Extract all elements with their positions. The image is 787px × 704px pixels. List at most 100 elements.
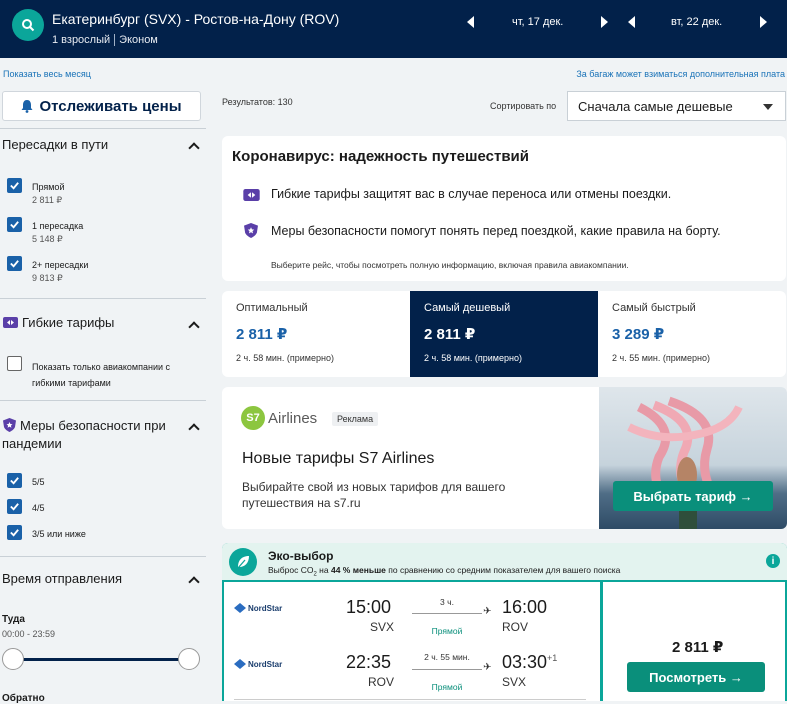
divider xyxy=(0,128,206,129)
prev-day-return-icon[interactable] xyxy=(628,16,635,28)
ad-badge: Реклама xyxy=(332,412,379,426)
flexible-fares-title[interactable]: Гибкие тарифы xyxy=(22,315,114,330)
checkmark-icon xyxy=(10,529,19,537)
prev-day-depart-icon[interactable] xyxy=(467,16,474,28)
info-icon[interactable]: i xyxy=(766,554,780,568)
safety-3-checkbox[interactable] xyxy=(7,525,22,540)
return-date-picker[interactable]: вт, 22 дек. xyxy=(628,12,768,32)
airline-logo: NordStar xyxy=(234,603,282,613)
covid-note: Выберите рейс, чтобы посмотреть полную и… xyxy=(271,260,629,270)
tab-fastest-duration: 2 ч. 55 мин. (примерно) xyxy=(612,353,710,363)
stops-count: Прямой xyxy=(431,682,463,692)
covid-flex-text: Гибкие тарифы защитят вас в случае перен… xyxy=(271,187,672,201)
eco-description: Выброс CO2 на 44 % меньше по сравнению с… xyxy=(268,565,620,578)
track-prices-label: Отслеживать цены xyxy=(39,97,182,115)
offer-price: 2 811 ₽ xyxy=(672,639,724,656)
departure-time-title[interactable]: Время отправления xyxy=(2,571,122,586)
stops-one-checkbox[interactable] xyxy=(7,217,22,232)
return-date[interactable]: вт, 22 дек. xyxy=(671,16,722,28)
divider xyxy=(114,34,116,47)
s7-logo-text: Airlines xyxy=(268,409,318,427)
outbound-range: 00:00 - 23:59 xyxy=(2,629,56,639)
airline-name: NordStar xyxy=(248,659,283,669)
sort-value: Сначала самые дешевые xyxy=(578,99,733,114)
search-button[interactable] xyxy=(12,9,44,41)
safety-5-label: 5/5 xyxy=(32,477,45,487)
stops-two-plus-checkbox[interactable] xyxy=(7,256,22,271)
outbound-time-slider[interactable] xyxy=(12,658,190,661)
covid-safety-text: Меры безопасности помогут понять перед п… xyxy=(271,224,721,238)
slider-handle-end[interactable] xyxy=(178,648,200,670)
checkmark-icon xyxy=(10,182,19,190)
slider-handle-start[interactable] xyxy=(2,648,24,670)
view-offer-button[interactable]: Посмотреть → xyxy=(627,662,765,692)
bell-icon xyxy=(21,100,33,113)
stops-filter-title[interactable]: Пересадки в пути xyxy=(2,137,108,152)
flex-only-checkbox[interactable] xyxy=(7,356,22,371)
flight-duration: 2 ч. 55 мин. xyxy=(424,652,470,662)
tab-cheapest-price: 2 811 ₽ xyxy=(424,326,476,343)
search-icon xyxy=(22,19,35,32)
tab-cheapest[interactable]: Самый дешевый 2 811 ₽ 2 ч. 58 мин. (прим… xyxy=(410,291,598,377)
safety-4-label: 4/5 xyxy=(32,503,45,513)
baggage-fee-link[interactable]: За багаж может взиматься дополнительная … xyxy=(576,69,785,79)
shield-icon xyxy=(244,223,258,238)
tab-optimal-duration: 2 ч. 58 мин. (примерно) xyxy=(236,353,334,363)
stops-two-plus-price: 9 813 ₽ xyxy=(32,273,63,283)
sort-select[interactable]: Сначала самые дешевые xyxy=(567,91,786,121)
collapse-safety-icon[interactable] xyxy=(188,423,200,435)
results-count: Результатов: 130 xyxy=(222,97,293,107)
depart-date[interactable]: чт, 17 дек. xyxy=(512,16,563,28)
departure-time: 15:00 xyxy=(346,597,392,617)
flexible-ticket-icon xyxy=(243,189,260,201)
tab-fastest-price: 3 289 ₽ xyxy=(612,326,665,343)
tab-optimal[interactable]: Оптимальный 2 811 ₽ 2 ч. 58 мин. (пример… xyxy=(222,291,410,377)
collapse-flex-icon[interactable] xyxy=(188,321,200,333)
divider xyxy=(0,298,206,299)
stops-one-label: 1 пересадка xyxy=(32,221,84,231)
safety-4-checkbox[interactable] xyxy=(7,499,22,514)
arrival-time: 03:30+1 xyxy=(502,652,557,673)
stops-two-plus-label: 2+ пересадки xyxy=(32,260,89,270)
nordstar-logo-icon xyxy=(234,603,246,613)
tab-optimal-price: 2 811 ₽ xyxy=(236,326,288,343)
checkmark-icon xyxy=(10,503,19,511)
tab-cheapest-title: Самый дешевый xyxy=(424,302,511,314)
airline-logo: NordStar xyxy=(234,659,282,669)
track-prices-button[interactable]: Отслеживать цены xyxy=(2,91,201,121)
flex-only-label: Показать только авиакомпании с гибкими т… xyxy=(32,362,171,388)
eco-desc-prefix: Выброс CO xyxy=(268,565,314,575)
route-line xyxy=(412,613,482,614)
ad-title: Новые тарифы S7 Airlines xyxy=(242,450,435,467)
stops-nonstop-price: 2 811 ₽ xyxy=(32,195,63,205)
ad-description: Выбирайте свой из новых тарифов для ваше… xyxy=(242,480,506,510)
checkmark-icon xyxy=(10,260,19,268)
checkmark-icon xyxy=(10,221,19,229)
stops-nonstop-checkbox[interactable] xyxy=(7,178,22,193)
covid-title: Коронавирус: надежность путешествий xyxy=(232,148,530,165)
divider xyxy=(0,556,206,557)
stops-one-price: 5 148 ₽ xyxy=(32,234,63,244)
checkmark-icon xyxy=(10,477,19,485)
safety-filter-title[interactable]: Меры безопасности при пандемии xyxy=(2,417,187,453)
tab-fastest[interactable]: Самый быстрый 3 289 ₽ 2 ч. 55 мин. (прим… xyxy=(598,291,786,377)
show-month-link[interactable]: Показать весь месяц xyxy=(3,69,91,79)
eco-desc-highlight: 44 % меньше xyxy=(330,565,386,575)
route-title[interactable]: Екатеринбург (SVX) - Ростов-на-Дону (ROV… xyxy=(52,11,339,27)
collapse-stops-icon[interactable] xyxy=(188,142,200,154)
plane-icon: ✈ xyxy=(483,662,492,673)
next-day-depart-icon[interactable] xyxy=(601,16,609,28)
sort-label: Сортировать по xyxy=(490,101,557,111)
departure-time: 22:35 xyxy=(346,652,392,672)
eco-title: Эко-выбор xyxy=(268,549,334,563)
day-offset: +1 xyxy=(547,653,558,663)
choose-fare-button[interactable]: Выбрать тариф → xyxy=(613,481,773,511)
outbound-label: Туда xyxy=(2,614,25,625)
flexible-ticket-icon xyxy=(3,317,18,328)
depart-date-picker[interactable]: чт, 17 дек. xyxy=(467,12,609,32)
search-summary[interactable]: 1 взрослый Эконом xyxy=(52,34,158,47)
safety-5-checkbox[interactable] xyxy=(7,473,22,488)
arrival-time-value: 03:30 xyxy=(502,652,548,672)
collapse-time-icon[interactable] xyxy=(188,576,200,588)
next-day-return-icon[interactable] xyxy=(760,16,768,28)
